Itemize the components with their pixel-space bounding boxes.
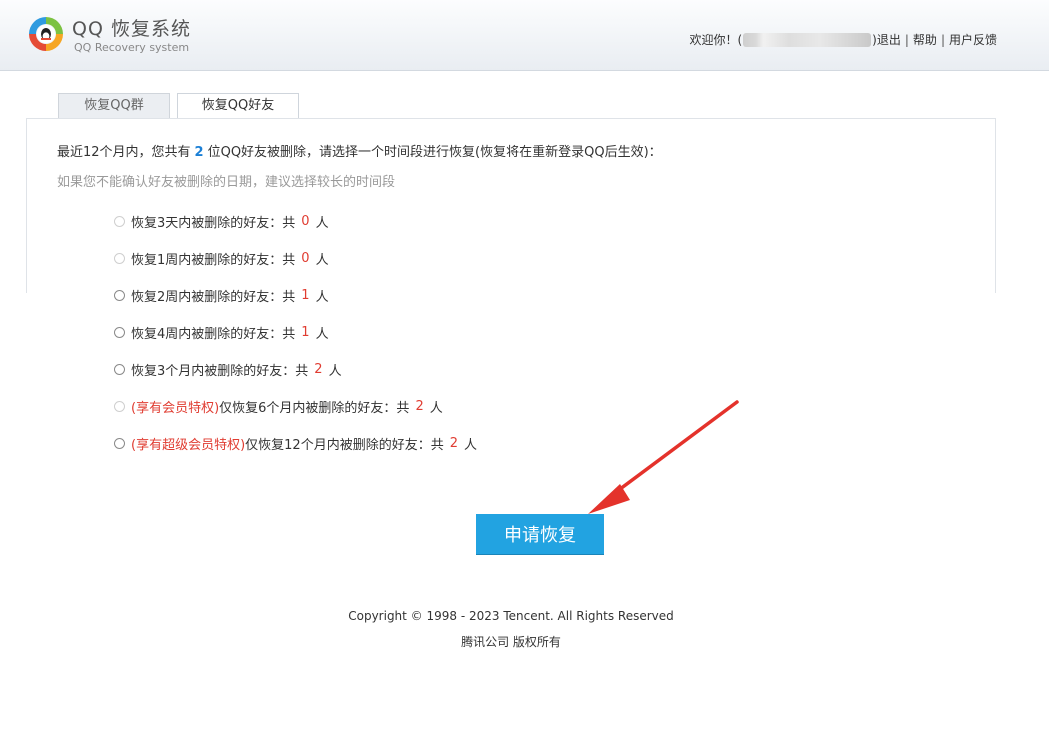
separator: | (940, 32, 945, 47)
apply-recovery-button[interactable]: 申请恢复 (476, 514, 604, 554)
option-count: 2 (314, 361, 323, 377)
option-count: 2 (449, 435, 458, 451)
option-unit: 人 (328, 363, 342, 379)
copyright-text: Copyright © 1998 - 2023 Tencent. All Rig… (348, 609, 674, 623)
option-unit: 人 (429, 400, 443, 416)
option-unit: 人 (315, 215, 329, 231)
option-count: 0 (301, 213, 310, 229)
super-vip-privilege-tag: (享有超级会员特权) (131, 437, 246, 453)
qq-logo-icon (29, 17, 63, 51)
separator: | (904, 32, 909, 47)
option-unit: 人 (315, 326, 329, 342)
radio-button[interactable] (114, 289, 125, 301)
radio-button[interactable] (114, 252, 125, 264)
tab-recover-friend[interactable]: 恢复QQ好友 (177, 93, 299, 119)
company-rights-text: 腾讯公司 版权所有 (461, 635, 561, 649)
summary-suffix: 位QQ好友被删除，请选择一个时间段进行恢复(恢复将在重新登录QQ后生效)： (207, 145, 662, 160)
option-unit: 人 (315, 289, 329, 305)
radio-button[interactable] (114, 437, 125, 449)
option-2-weeks[interactable]: 恢复2周内被删除的好友：共 1 人 (114, 286, 329, 305)
option-unit: 人 (463, 437, 477, 453)
option-3-months[interactable]: 恢复3个月内被删除的好友：共 2 人 (114, 360, 342, 379)
app-subtitle: QQ Recovery system (74, 41, 190, 54)
option-12-months[interactable]: (享有超级会员特权) 仅恢复12个月内被删除的好友：共 2 人 (114, 434, 477, 453)
app-title: QQ 恢复系统 (72, 18, 191, 40)
deleted-summary: 最近12个月内，您共有 2 位QQ好友被删除，请选择一个时间段进行恢复(恢复将在重新… (57, 141, 662, 160)
option-label: 恢复2周内被删除的好友：共 (131, 289, 296, 305)
deleted-count: 2 (194, 145, 204, 160)
radio-button[interactable] (114, 400, 125, 412)
option-count: 1 (301, 324, 310, 340)
option-count: 1 (301, 287, 310, 303)
option-label: 恢复3天内被删除的好友：共 (131, 215, 296, 231)
user-bar: 欢迎你！( ) 退出 | 帮助 | 用户反馈 (689, 31, 997, 48)
option-6-months[interactable]: (享有会员特权) 仅恢复6个月内被删除的好友：共 2 人 (114, 397, 443, 416)
option-count: 0 (301, 250, 310, 266)
header-bar: QQ 恢复系统 QQ Recovery system 欢迎你！( ) 退出 | … (0, 0, 1049, 71)
option-label: 恢复3个月内被删除的好友：共 (131, 363, 309, 379)
option-label: 恢复1周内被删除的好友：共 (131, 252, 296, 268)
option-unit: 人 (315, 252, 329, 268)
vip-privilege-tag: (享有会员特权) (131, 400, 220, 416)
option-4-weeks[interactable]: 恢复4周内被删除的好友：共 1 人 (114, 323, 329, 342)
option-label: 恢复4周内被删除的好友：共 (131, 326, 296, 342)
radio-button[interactable] (114, 215, 125, 227)
logout-link[interactable]: 退出 (877, 31, 901, 48)
option-label: 仅恢复12个月内被删除的好友：共 (245, 437, 444, 453)
summary-prefix: 最近12个月内，您共有 (57, 145, 191, 160)
radio-button[interactable] (114, 326, 125, 338)
radio-button[interactable] (114, 363, 125, 375)
option-3-days[interactable]: 恢复3天内被删除的好友：共 0 人 (114, 212, 329, 231)
option-count: 2 (415, 398, 424, 414)
feedback-link[interactable]: 用户反馈 (949, 31, 997, 48)
option-label: 仅恢复6个月内被删除的好友：共 (219, 400, 410, 416)
tab-recover-group[interactable]: 恢复QQ群 (58, 93, 170, 118)
masked-username (743, 32, 872, 47)
welcome-text: 欢迎你！( (689, 33, 743, 47)
option-1-week[interactable]: 恢复1周内被删除的好友：共 0 人 (114, 249, 329, 268)
help-link[interactable]: 帮助 (913, 31, 937, 48)
hint-text: 如果您不能确认好友被删除的日期，建议选择较长的时间段 (57, 175, 396, 190)
